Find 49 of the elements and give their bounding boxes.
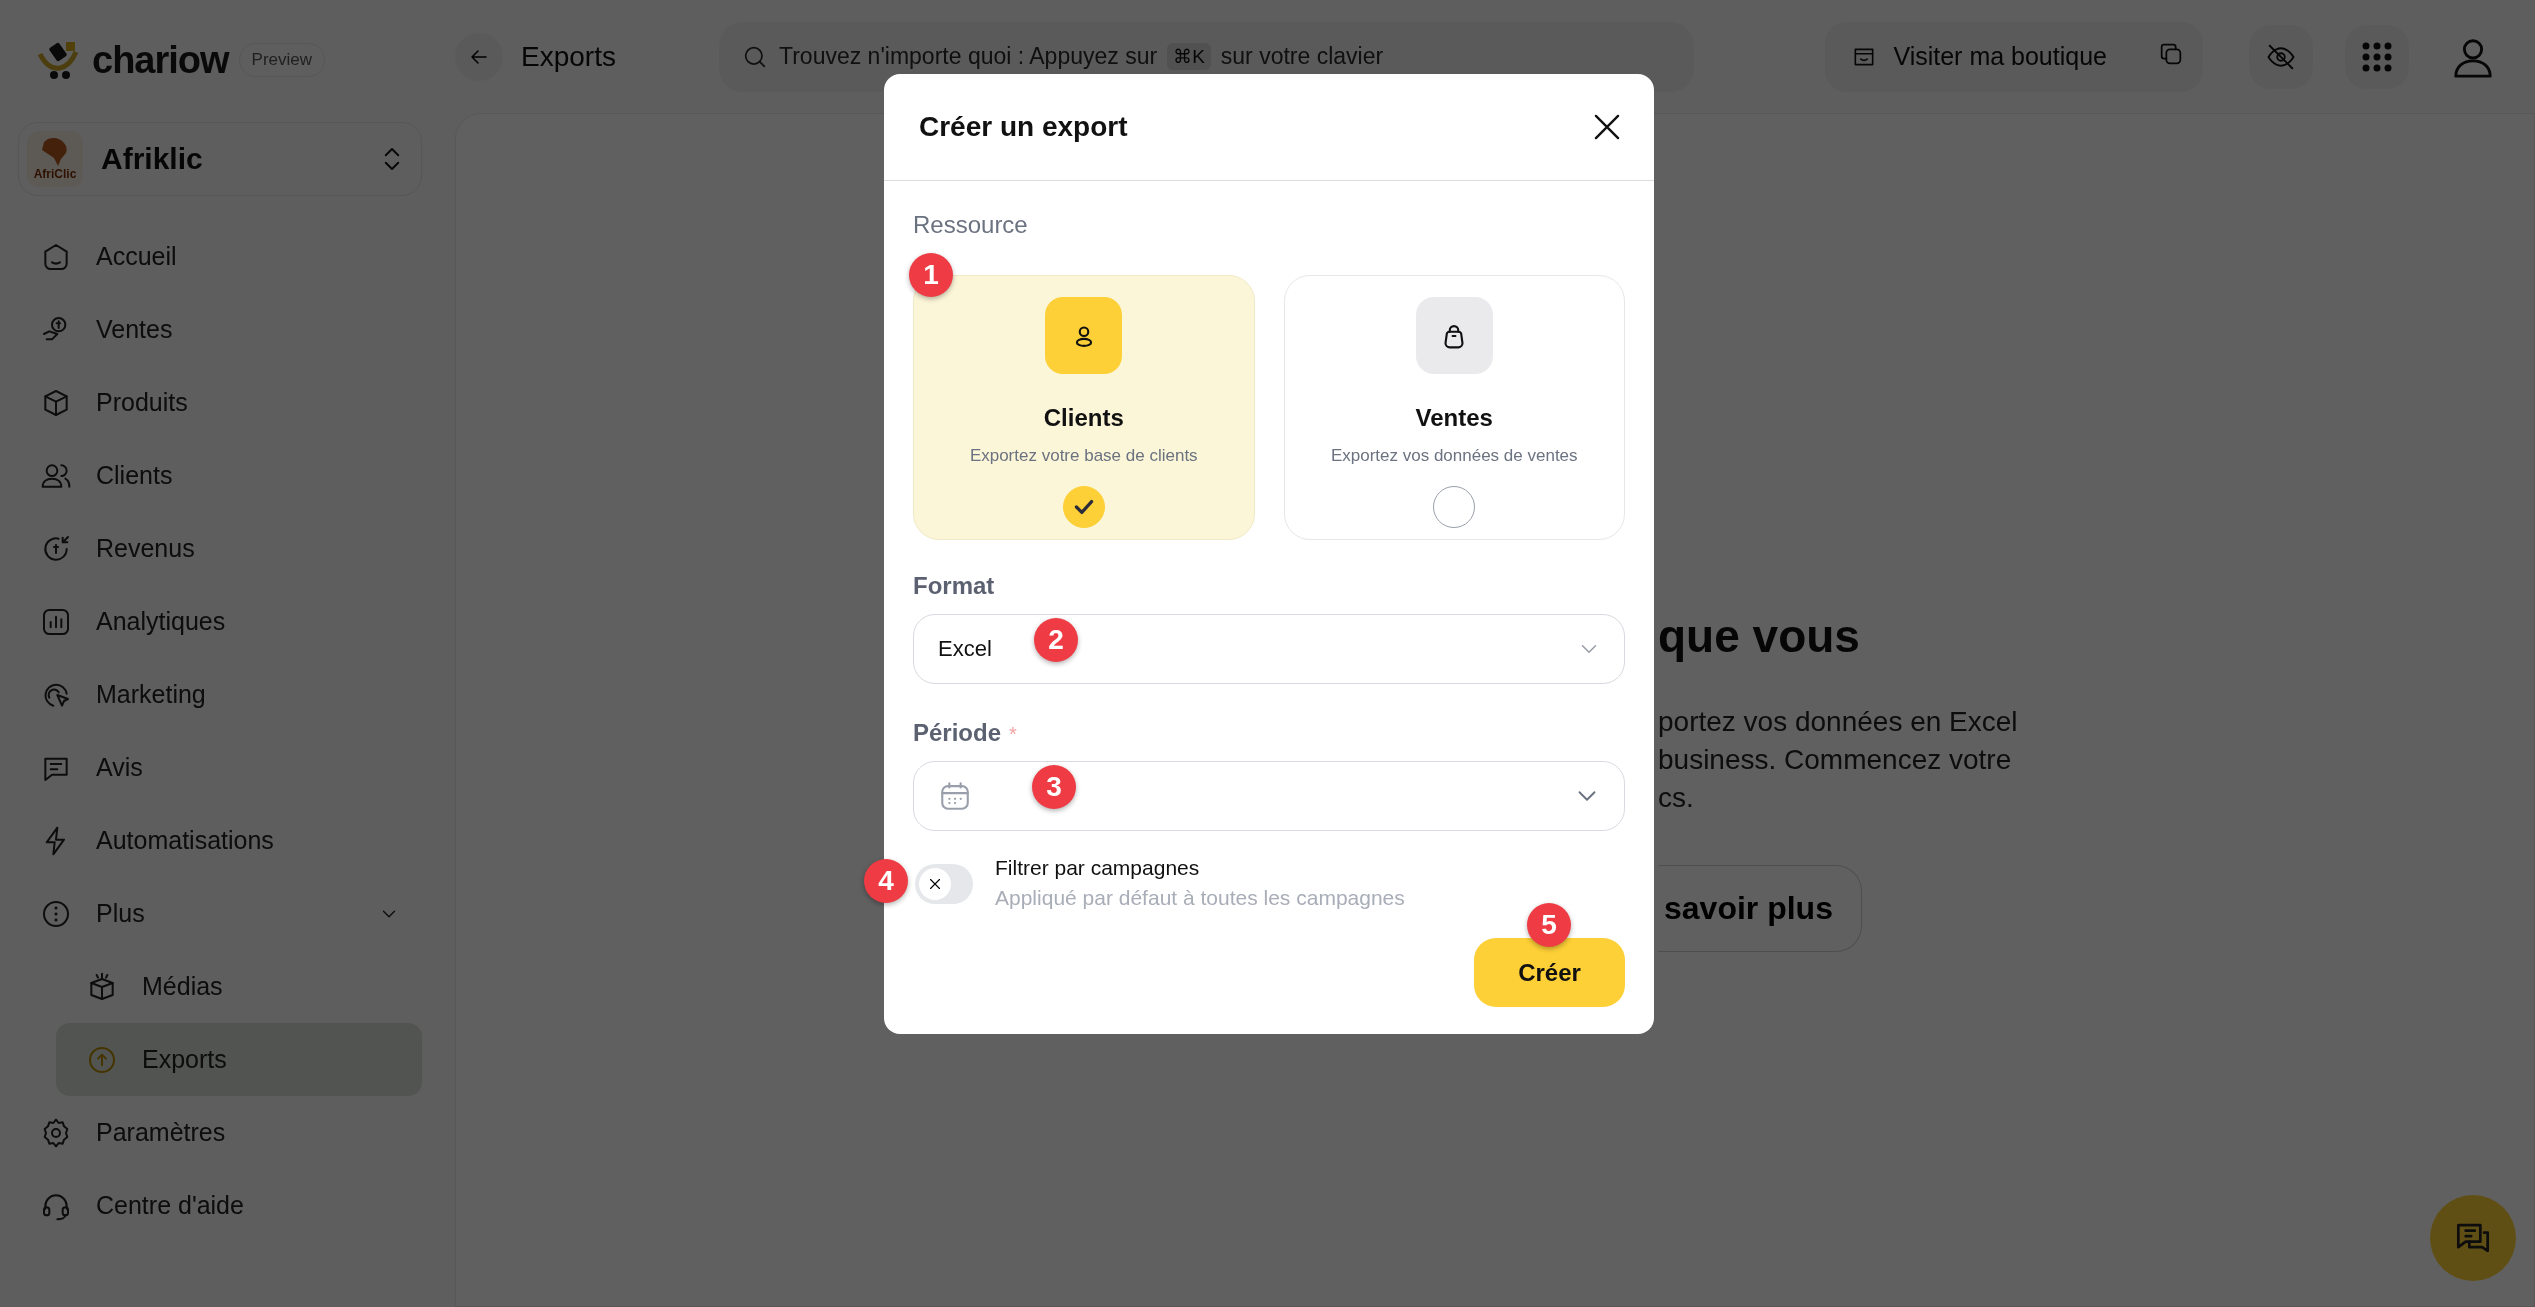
period-label: Période [913, 719, 1002, 747]
store-selector[interactable]: AfriClic Afriklic [18, 122, 422, 196]
dialog-title: Créer un export [919, 111, 1128, 143]
sidebar-item[interactable]: Clients [18, 439, 422, 512]
card-description: Exportez votre base de clients [969, 446, 1198, 466]
sidebar-item[interactable]: Accueil [18, 220, 422, 293]
sidebar-item[interactable]: Exports [56, 1023, 422, 1096]
sidebar-item[interactable]: Analytiques [18, 585, 422, 658]
toggle-hint: Appliqué par défaut à toutes les campagnes [995, 886, 1405, 910]
visibility-button[interactable] [2249, 24, 2313, 89]
page-title: Exports [521, 40, 617, 73]
step-marker: 2 [1034, 618, 1078, 662]
resource-label: Ressource [913, 211, 1029, 239]
calendar-icon [938, 779, 972, 813]
sidebar-item[interactable]: Revenus [18, 512, 422, 585]
apps-button[interactable] [2345, 24, 2409, 89]
empty-state-text: portez vos données en Excel [1658, 705, 2019, 739]
create-button[interactable]: Créer [1474, 938, 1625, 1007]
radio-button[interactable] [1062, 486, 1105, 528]
step-marker: 3 [1032, 765, 1076, 809]
period-select[interactable] [913, 761, 1625, 831]
sidebar-item[interactable]: Centre d'aide [18, 1169, 422, 1242]
step-marker: 5 [1527, 903, 1571, 947]
learn-more-button[interactable]: savoir plus [1658, 865, 1862, 952]
step-marker: 4 [864, 859, 908, 903]
step-marker: 1 [909, 253, 953, 297]
card-title: Ventes [1415, 404, 1493, 432]
card-title: Clients [1043, 404, 1124, 432]
store-name: Afriklic [101, 142, 204, 176]
empty-state-text: cs. [1658, 781, 1695, 815]
format-label: Format [913, 572, 996, 600]
toggle-label: Filtrer par campagnes [995, 856, 1201, 880]
sidebar-item[interactable]: Médias [56, 950, 422, 1023]
empty-state-text: business. Commencez votre [1658, 743, 2013, 777]
sidebar-item[interactable]: Marketing [18, 658, 422, 731]
empty-state-heading: que vous [1658, 609, 1861, 663]
sidebar-item[interactable]: Plus [18, 877, 422, 950]
sidebar-item[interactable]: Paramètres [18, 1096, 422, 1169]
sidebar-item[interactable]: Ventes [18, 293, 422, 366]
grid-icon [2362, 41, 2392, 72]
card-description: Exportez vos données de ventes [1330, 446, 1578, 466]
brand-name: chariow [92, 38, 229, 82]
store-logo: AfriClic [27, 131, 83, 187]
sidebar-item[interactable]: Produits [18, 366, 422, 439]
toggle-switch[interactable] [915, 864, 973, 904]
sidebar-item[interactable]: Avis [18, 731, 422, 804]
required-mark: * [1009, 723, 1017, 746]
resource-card[interactable]: Ventes Exportez vos données de ventes [1283, 275, 1625, 540]
sidebar-item[interactable]: Automatisations [18, 804, 422, 877]
